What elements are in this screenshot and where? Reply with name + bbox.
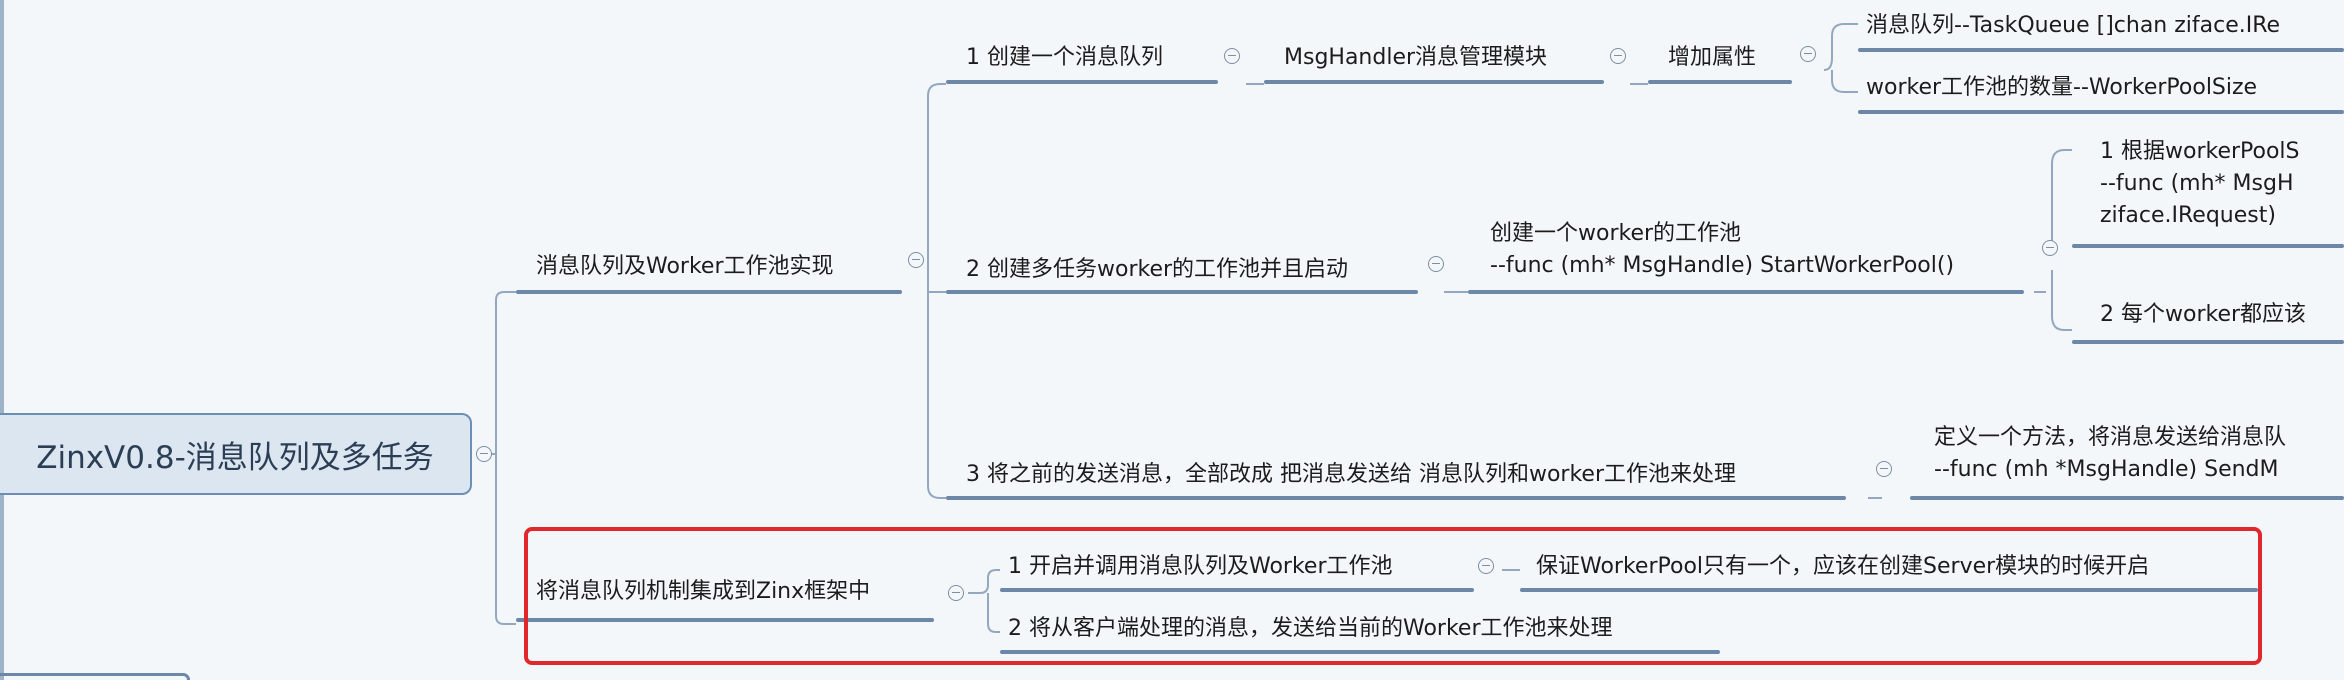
root-topic[interactable]: ZinxV0.8-消息队列及多任务 — [0, 413, 472, 495]
collapse-icon[interactable] — [1224, 48, 1240, 64]
partial-topic-stub — [0, 673, 190, 680]
leaf-underline — [1858, 48, 2344, 52]
topic-underline — [946, 80, 1218, 84]
branch-underline — [516, 290, 902, 294]
topic-add-attributes[interactable]: 增加属性 — [1668, 44, 1756, 72]
root-topic-label: ZinxV0.8-消息队列及多任务 — [36, 439, 434, 476]
topic-underline — [1468, 290, 2024, 294]
leaf-underline — [2072, 340, 2344, 344]
topic-underline — [1648, 80, 1792, 84]
leaf-worker-pool-size[interactable]: worker工作池的数量--WorkerPoolSize — [1866, 74, 2257, 102]
topic-msghandler-module[interactable]: MsgHandler消息管理模块 — [1284, 44, 1547, 72]
collapse-icon[interactable] — [908, 252, 924, 268]
topic-create-message-queue[interactable]: 1 创建一个消息队列 — [966, 44, 1163, 72]
topic-send-method[interactable]: 定义一个方法，将消息发送给消息队 --func (mh *MsgHandle) … — [1934, 422, 2286, 486]
text-line: 1 根据workerPoolS — [2100, 139, 2300, 164]
topic-underline — [1910, 496, 2344, 500]
leaf-underline — [2072, 244, 2344, 248]
collapse-icon[interactable] — [476, 446, 492, 462]
text-line: ziface.IRequest) — [2100, 203, 2276, 228]
text-line: 定义一个方法，将消息发送给消息队 — [1934, 425, 2287, 450]
highlight-box — [524, 527, 2262, 665]
leaf-underline — [1858, 110, 2344, 114]
mind-map-canvas: ZinxV0.8-消息队列及多任务 消息队列及Worker工作池实现 1 创建一… — [0, 0, 2344, 680]
branch-message-queue-worker-pool[interactable]: 消息队列及Worker工作池实现 — [536, 253, 834, 281]
text-line: --func (mh* MsgHandle) StartWorkerPool() — [1490, 253, 1955, 278]
leaf-worker-pool-size-step[interactable]: 1 根据workerPoolS --func (mh* MsgH ziface.… — [2100, 136, 2300, 232]
leaf-task-queue[interactable]: 消息队列--TaskQueue []chan ziface.IRe — [1866, 12, 2280, 40]
topic-underline — [946, 496, 1846, 500]
topic-start-worker-pool[interactable]: 创建一个worker的工作池 --func (mh* MsgHandle) St… — [1490, 218, 1954, 282]
text-line: 创建一个worker的工作池 — [1490, 221, 1742, 246]
leaf-each-worker[interactable]: 2 每个worker都应该 — [2100, 301, 2306, 329]
collapse-icon[interactable] — [1428, 256, 1444, 272]
topic-underline — [1264, 80, 1604, 84]
collapse-icon[interactable] — [1610, 48, 1626, 64]
text-line: --func (mh* MsgH — [2100, 171, 2294, 196]
collapse-icon[interactable] — [2042, 240, 2058, 256]
text-line: --func (mh *MsgHandle) SendM — [1934, 457, 2279, 482]
topic-underline — [946, 290, 1418, 294]
topic-create-worker-pool[interactable]: 2 创建多任务worker的工作池并且启动 — [966, 256, 1348, 284]
topic-send-to-queue[interactable]: 3 将之前的发送消息，全部改成 把消息发送给 消息队列和worker工作池来处理 — [966, 461, 1736, 489]
collapse-icon[interactable] — [1800, 46, 1816, 62]
collapse-icon[interactable] — [1876, 461, 1892, 477]
